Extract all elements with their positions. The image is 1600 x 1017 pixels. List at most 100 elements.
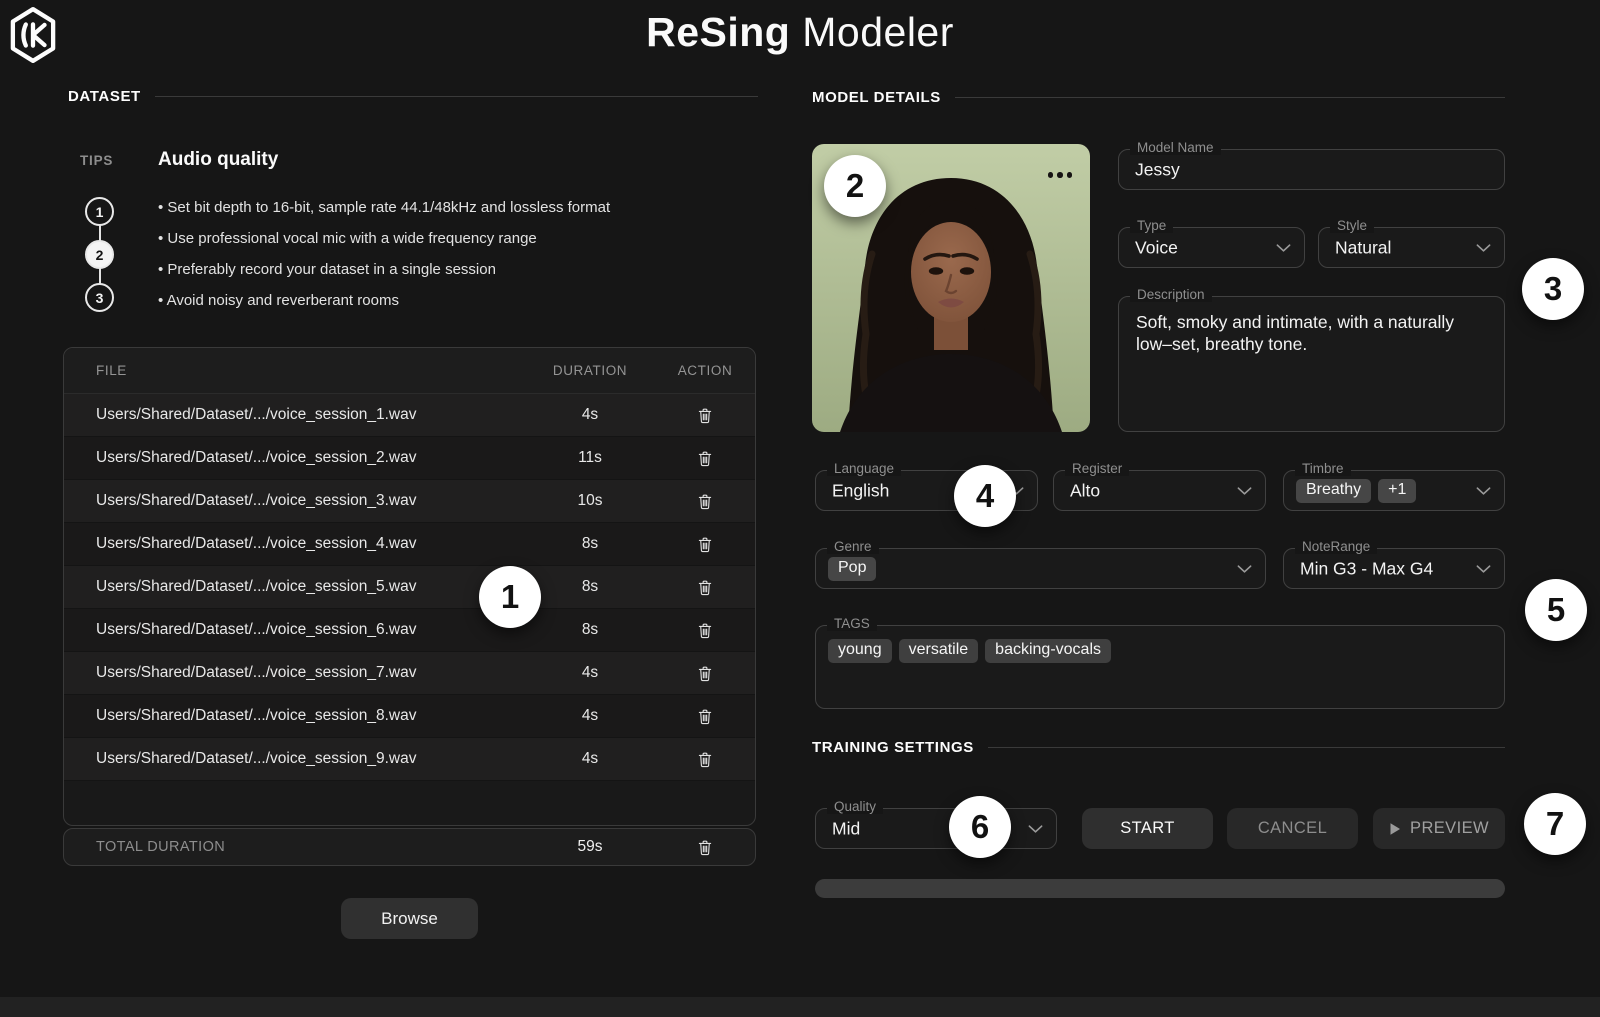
model-details-section-header: MODEL DETAILS — [812, 89, 1505, 106]
tags-field[interactable]: TAGS young versatile backing-vocals — [815, 625, 1505, 709]
quality-label: Quality — [827, 799, 883, 814]
file-duration: 4s — [525, 750, 655, 768]
trash-icon — [696, 838, 714, 857]
timbre-dropdown[interactable]: Timbre Breathy +1 — [1283, 470, 1505, 511]
delete-file-button[interactable] — [694, 404, 716, 427]
file-duration: 4s — [525, 664, 655, 682]
tips-bullet: • Preferably record your dataset in a si… — [158, 254, 610, 285]
tips-bullet: • Set bit depth to 16-bit, sample rate 4… — [158, 192, 610, 223]
ellipsis-dot — [1048, 172, 1054, 178]
genre-dropdown[interactable]: Genre Pop — [815, 548, 1266, 589]
file-duration: 8s — [525, 578, 655, 596]
description-field[interactable]: Description Soft, smoky and intimate, wi… — [1118, 296, 1505, 432]
quality-dropdown[interactable]: Quality Mid — [815, 808, 1057, 849]
file-path: Users/Shared/Dataset/.../voice_session_2… — [64, 449, 525, 467]
style-label: Style — [1330, 218, 1374, 233]
total-duration-value: 59s — [525, 838, 655, 856]
dataset-section-title: DATASET — [68, 88, 141, 105]
dataset-section-header: DATASET — [68, 88, 758, 105]
trash-icon — [696, 492, 714, 511]
total-duration-row: TOTAL DURATION 59s — [63, 828, 756, 866]
total-duration-label: TOTAL DURATION — [64, 839, 525, 855]
table-body: Users/Shared/Dataset/.../voice_session_1… — [64, 394, 755, 781]
model-details-section-title: MODEL DETAILS — [812, 89, 941, 106]
chevron-down-icon — [1476, 243, 1491, 252]
model-name-value: Jessy — [1135, 159, 1180, 180]
preview-button[interactable]: PREVIEW — [1373, 808, 1505, 849]
table-row: Users/Shared/Dataset/.../voice_session_5… — [64, 566, 755, 609]
table-row: Users/Shared/Dataset/.../voice_session_1… — [64, 394, 755, 437]
ellipsis-dot — [1067, 172, 1073, 178]
file-path: Users/Shared/Dataset/.../voice_session_1… — [64, 406, 525, 424]
timbre-chip[interactable]: Breathy — [1296, 479, 1371, 503]
description-label: Description — [1130, 287, 1212, 302]
tags-label: TAGS — [827, 616, 877, 631]
cancel-button[interactable]: CANCEL — [1227, 808, 1358, 849]
training-progress-bar — [815, 879, 1505, 898]
chevron-down-icon — [1237, 564, 1252, 573]
delete-file-button[interactable] — [694, 533, 716, 556]
annotation-callout-4: 4 — [954, 465, 1016, 527]
genre-label: Genre — [827, 539, 879, 554]
note-range-label: NoteRange — [1295, 539, 1377, 554]
training-settings-section-title: TRAINING SETTINGS — [812, 739, 974, 756]
annotation-callout-1: 1 — [479, 566, 541, 628]
annotation-callout-7: 7 — [1524, 793, 1586, 855]
tag-chip[interactable]: young — [828, 639, 892, 663]
browse-button[interactable]: Browse — [341, 898, 478, 939]
tips-bullet-list: • Set bit depth to 16-bit, sample rate 4… — [158, 192, 610, 316]
delete-all-files-button[interactable] — [694, 836, 716, 859]
tips-step-3: 3 — [85, 283, 114, 312]
tag-chip[interactable]: versatile — [899, 639, 979, 663]
start-button[interactable]: START — [1082, 808, 1213, 849]
table-row: Users/Shared/Dataset/.../voice_session_3… — [64, 480, 755, 523]
register-label: Register — [1065, 461, 1129, 476]
start-button-label: START — [1120, 819, 1175, 838]
delete-file-button[interactable] — [694, 447, 716, 470]
file-path: Users/Shared/Dataset/.../voice_session_3… — [64, 492, 525, 510]
type-value: Voice — [1135, 237, 1178, 258]
note-range-value: Min G3 - Max G4 — [1300, 558, 1433, 579]
style-dropdown[interactable]: Style Natural — [1318, 227, 1505, 268]
training-settings-section-rule — [988, 747, 1505, 748]
chevron-down-icon — [1028, 824, 1043, 833]
file-path: Users/Shared/Dataset/.../voice_session_7… — [64, 664, 525, 682]
table-row: Users/Shared/Dataset/.../voice_session_7… — [64, 652, 755, 695]
file-duration: 4s — [525, 406, 655, 424]
note-range-dropdown[interactable]: NoteRange Min G3 - Max G4 — [1283, 548, 1505, 589]
tips-step-3-number: 3 — [96, 290, 104, 306]
delete-file-button[interactable] — [694, 662, 716, 685]
trash-icon — [696, 750, 714, 769]
table-row: Users/Shared/Dataset/.../voice_session_9… — [64, 738, 755, 781]
file-duration: 11s — [525, 449, 655, 467]
delete-file-button[interactable] — [694, 748, 716, 771]
type-dropdown[interactable]: Type Voice — [1118, 227, 1305, 268]
table-row: Users/Shared/Dataset/.../voice_session_2… — [64, 437, 755, 480]
file-path: Users/Shared/Dataset/.../voice_session_6… — [64, 621, 525, 639]
tips-step-1-number: 1 — [96, 204, 104, 220]
delete-file-button[interactable] — [694, 705, 716, 728]
language-value: English — [832, 480, 889, 501]
file-duration: 8s — [525, 621, 655, 639]
column-header-duration: DURATION — [525, 363, 655, 378]
timbre-more-chip[interactable]: +1 — [1378, 479, 1416, 503]
table-row: Users/Shared/Dataset/.../voice_session_4… — [64, 523, 755, 566]
trash-icon — [696, 535, 714, 554]
annotation-callout-6: 6 — [949, 796, 1011, 858]
model-name-field[interactable]: Model Name Jessy — [1118, 149, 1505, 190]
type-label: Type — [1130, 218, 1173, 233]
file-duration: 8s — [525, 535, 655, 553]
tag-chip[interactable]: backing-vocals — [985, 639, 1111, 663]
register-dropdown[interactable]: Register Alto — [1053, 470, 1266, 511]
genre-chip[interactable]: Pop — [828, 557, 876, 581]
page-title: ReSing Modeler — [0, 9, 1600, 56]
delete-file-button[interactable] — [694, 490, 716, 513]
model-name-label: Model Name — [1130, 140, 1221, 155]
chevron-down-icon — [1476, 564, 1491, 573]
language-label: Language — [827, 461, 901, 476]
photo-options-button[interactable] — [1048, 172, 1073, 178]
register-value: Alto — [1070, 480, 1100, 501]
delete-file-button[interactable] — [694, 619, 716, 642]
delete-file-button[interactable] — [694, 576, 716, 599]
file-path: Users/Shared/Dataset/.../voice_session_9… — [64, 750, 525, 768]
